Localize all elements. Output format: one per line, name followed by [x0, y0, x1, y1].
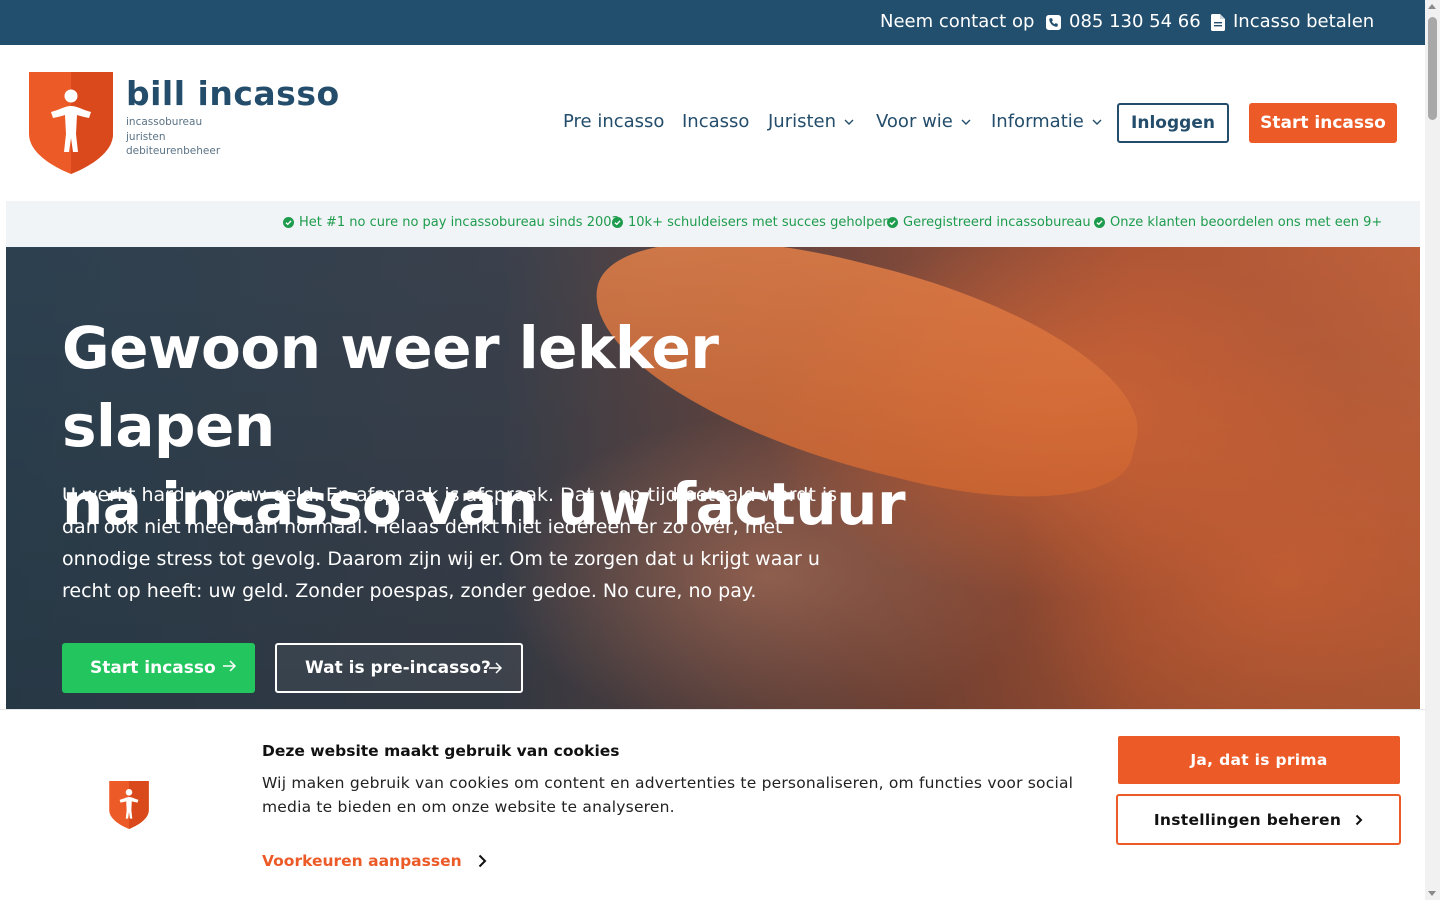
hero-start-incasso-button[interactable]: Start incasso — [62, 643, 255, 693]
top-bar: Neem contact op 085 130 54 66 Incasso be… — [0, 0, 1425, 45]
nav-label: Juristen — [768, 111, 837, 132]
usp-item: Onze klanten beoordelen ons met een 9+ — [1094, 215, 1382, 230]
logo[interactable]: bill incasso incassobureau juristen debi… — [29, 72, 339, 174]
check-circle-icon — [283, 217, 294, 228]
document-icon — [1211, 13, 1225, 31]
hero-section: Gewoon weer lekker slapen na incasso van… — [6, 247, 1420, 709]
arrow-right-icon — [223, 660, 237, 672]
cookie-preferences-link[interactable]: Voorkeuren aanpassen — [262, 852, 487, 870]
usp-text: Het #1 no cure no pay incassobureau sind… — [299, 215, 620, 230]
usp-text: Geregistreerd incassobureau — [903, 215, 1091, 230]
button-label: Wat is pre-incasso? — [305, 658, 491, 678]
nav-item-juristen[interactable]: Juristen — [768, 110, 854, 134]
logo-wordmark: bill incasso — [126, 74, 340, 113]
chevron-right-icon — [478, 854, 487, 868]
button-label: Instellingen beheren — [1153, 810, 1342, 829]
cookie-title: Deze website maakt gebruik van cookies — [262, 742, 620, 760]
hero-text: U werkt hard voor uw geld. En afspraak i… — [62, 484, 837, 602]
nav-label: Informatie — [991, 111, 1084, 132]
cookie-banner: Deze website maakt gebruik van cookies W… — [0, 709, 1425, 900]
pay-link[interactable]: Incasso betalen — [1211, 11, 1374, 33]
logo-subline: incassobureau — [126, 116, 203, 128]
check-circle-icon — [887, 217, 898, 228]
contact-link[interactable]: Neem contact op — [880, 11, 1034, 33]
usp-item: Geregistreerd incassobureau — [887, 215, 1091, 230]
usp-text: 10k+ schuldeisers met succes geholpen — [628, 215, 891, 230]
cookie-settings-button[interactable]: Instellingen beheren — [1116, 794, 1401, 845]
usp-bar: Het #1 no cure no pay incassobureau sind… — [6, 201, 1420, 247]
check-circle-icon — [1094, 217, 1105, 228]
contact-label: Neem contact op — [880, 11, 1035, 32]
button-label: Start incasso — [90, 658, 216, 678]
logo-subline: debiteurenbeheer — [126, 145, 221, 157]
hero-pre-incasso-button[interactable]: Wat is pre-incasso? — [275, 643, 523, 693]
page-scrollbar[interactable] — [1425, 0, 1440, 900]
logo-subline: juristen — [126, 131, 166, 143]
nav-item-informatie[interactable]: Informatie — [991, 110, 1102, 134]
cookie-text: Wij maken gebruik van cookies om content… — [262, 774, 1074, 816]
cookie-preferences-label: Voorkeuren aanpassen — [262, 852, 462, 870]
pay-label: Incasso betalen — [1233, 11, 1375, 32]
chevron-down-icon — [844, 119, 854, 125]
shield-logo-icon — [109, 781, 149, 829]
chevron-right-icon — [1355, 814, 1363, 825]
scroll-up-arrow-icon[interactable] — [1428, 4, 1436, 9]
cookie-accept-button[interactable]: Ja, dat is prima — [1118, 736, 1400, 784]
nav-label: Incasso — [682, 111, 750, 132]
phone-number: 085 130 54 66 — [1069, 11, 1201, 32]
nav-item-incasso[interactable]: Incasso — [682, 110, 749, 134]
nav-label: Voor wie — [876, 111, 953, 132]
start-incasso-button[interactable]: Start incasso — [1249, 103, 1397, 143]
check-circle-icon — [612, 217, 623, 228]
hero-title-line: Gewoon weer lekker slapen — [62, 314, 719, 460]
shield-logo-icon — [29, 72, 113, 174]
arrow-right-icon — [489, 662, 503, 674]
nav-item-voor-wie[interactable]: Voor wie — [876, 110, 971, 134]
chevron-down-icon — [961, 119, 971, 125]
scroll-down-arrow-icon[interactable] — [1428, 891, 1436, 896]
nav-label: Pre incasso — [563, 111, 665, 132]
usp-text: Onze klanten beoordelen ons met een 9+ — [1110, 215, 1383, 230]
phone-icon — [1046, 14, 1061, 30]
usp-item: 10k+ schuldeisers met succes geholpen — [612, 215, 891, 230]
scroll-thumb[interactable] — [1428, 17, 1437, 120]
usp-item: Het #1 no cure no pay incassobureau sind… — [283, 215, 620, 230]
nav-item-pre-incasso[interactable]: Pre incasso — [563, 110, 664, 134]
phone-link[interactable]: 085 130 54 66 — [1046, 11, 1201, 33]
chevron-down-icon — [1092, 119, 1102, 125]
login-button[interactable]: Inloggen — [1117, 103, 1229, 143]
